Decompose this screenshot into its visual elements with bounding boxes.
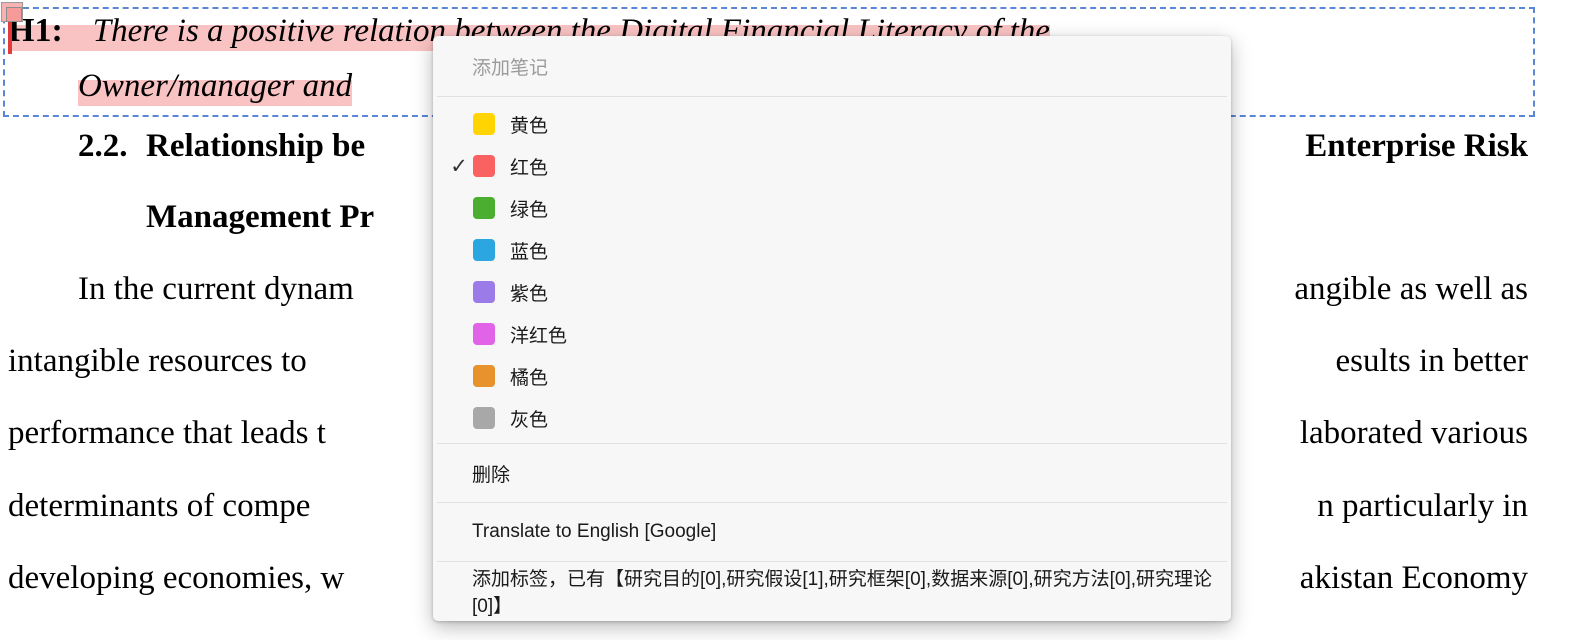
annotation-resize-handle[interactable] — [1, 2, 23, 22]
screen: H1: There is a positive relation between … — [0, 0, 1572, 640]
color-option-label: 蓝色 — [510, 241, 549, 263]
color-option-magenta[interactable]: 洋红色 — [433, 313, 1231, 355]
section-heading-number: 2.2. — [78, 128, 128, 164]
delete-annotation-item[interactable]: 删除 — [433, 444, 1231, 502]
translate-to-english-item[interactable]: Translate to English [Google] — [433, 503, 1231, 561]
color-swatch-gray — [473, 407, 495, 429]
body-line-3-right: laborated various — [1299, 415, 1528, 451]
body-line-4-right: n particularly in — [1317, 488, 1528, 524]
color-swatch-magenta — [473, 323, 495, 345]
color-option-gray[interactable]: 灰色 — [433, 397, 1231, 439]
section-heading-line-2: Management Pr — [146, 199, 375, 235]
color-option-label: 红色 — [510, 157, 549, 179]
section-heading-line-1-left: 2.2. Relationship be — [78, 128, 365, 165]
color-option-label: 黄色 — [510, 115, 549, 137]
section-heading-text-left: Relationship be — [146, 128, 366, 164]
color-option-red[interactable]: ✓ 红色 — [433, 145, 1231, 187]
color-option-label: 洋红色 — [510, 325, 568, 347]
check-icon: ✓ — [450, 154, 468, 178]
color-option-orange[interactable]: 橘色 — [433, 355, 1231, 397]
add-tag-item[interactable]: 添加标签，已有【研究目的[0],研究假设[1],研究框架[0],数据来源[0],… — [433, 562, 1231, 619]
color-swatch-green — [473, 197, 495, 219]
color-option-purple[interactable]: 紫色 — [433, 271, 1231, 313]
add-note-placeholder: 添加笔记 — [472, 57, 549, 79]
section-heading-line-1-right: Enterprise Risk — [1305, 128, 1528, 164]
highlight-color-list: 黄色 ✓ 红色绿色蓝色紫色洋红色橘色灰色 — [433, 97, 1231, 443]
body-line-2-left: intangible resources to — [8, 343, 307, 379]
color-option-label: 灰色 — [510, 409, 549, 431]
annotation-context-menu[interactable]: 添加笔记 黄色 ✓ 红色绿色蓝色紫色洋红色橘色灰色 删除 Translate to … — [433, 36, 1231, 621]
body-line-4-left: determinants of compe — [8, 488, 311, 524]
color-option-label: 绿色 — [510, 199, 549, 221]
hypothesis-text-line-2: Owner/manager and — [78, 68, 353, 104]
color-swatch-blue — [473, 239, 495, 261]
body-line-2-right: esults in better — [1335, 343, 1528, 379]
body-line-1-left: In the current dynam — [78, 271, 354, 307]
color-option-green[interactable]: 绿色 — [433, 187, 1231, 229]
color-option-label: 紫色 — [510, 283, 549, 305]
color-swatch-orange — [473, 365, 495, 387]
color-option-yellow[interactable]: 黄色 — [433, 103, 1231, 145]
color-option-blue[interactable]: 蓝色 — [433, 229, 1231, 271]
body-line-3-left: performance that leads t — [8, 415, 326, 451]
color-swatch-yellow — [473, 113, 495, 135]
add-note-input[interactable]: 添加笔记 — [433, 36, 1231, 96]
color-option-label: 橘色 — [510, 367, 549, 389]
body-line-5-left: developing economies, w — [8, 560, 345, 596]
body-line-5-right: akistan Economy — [1299, 560, 1528, 596]
color-swatch-purple — [473, 281, 495, 303]
color-swatch-red — [473, 155, 495, 177]
body-line-1-right: angible as well as — [1294, 271, 1528, 307]
hypothesis-colon: : — [51, 12, 63, 49]
